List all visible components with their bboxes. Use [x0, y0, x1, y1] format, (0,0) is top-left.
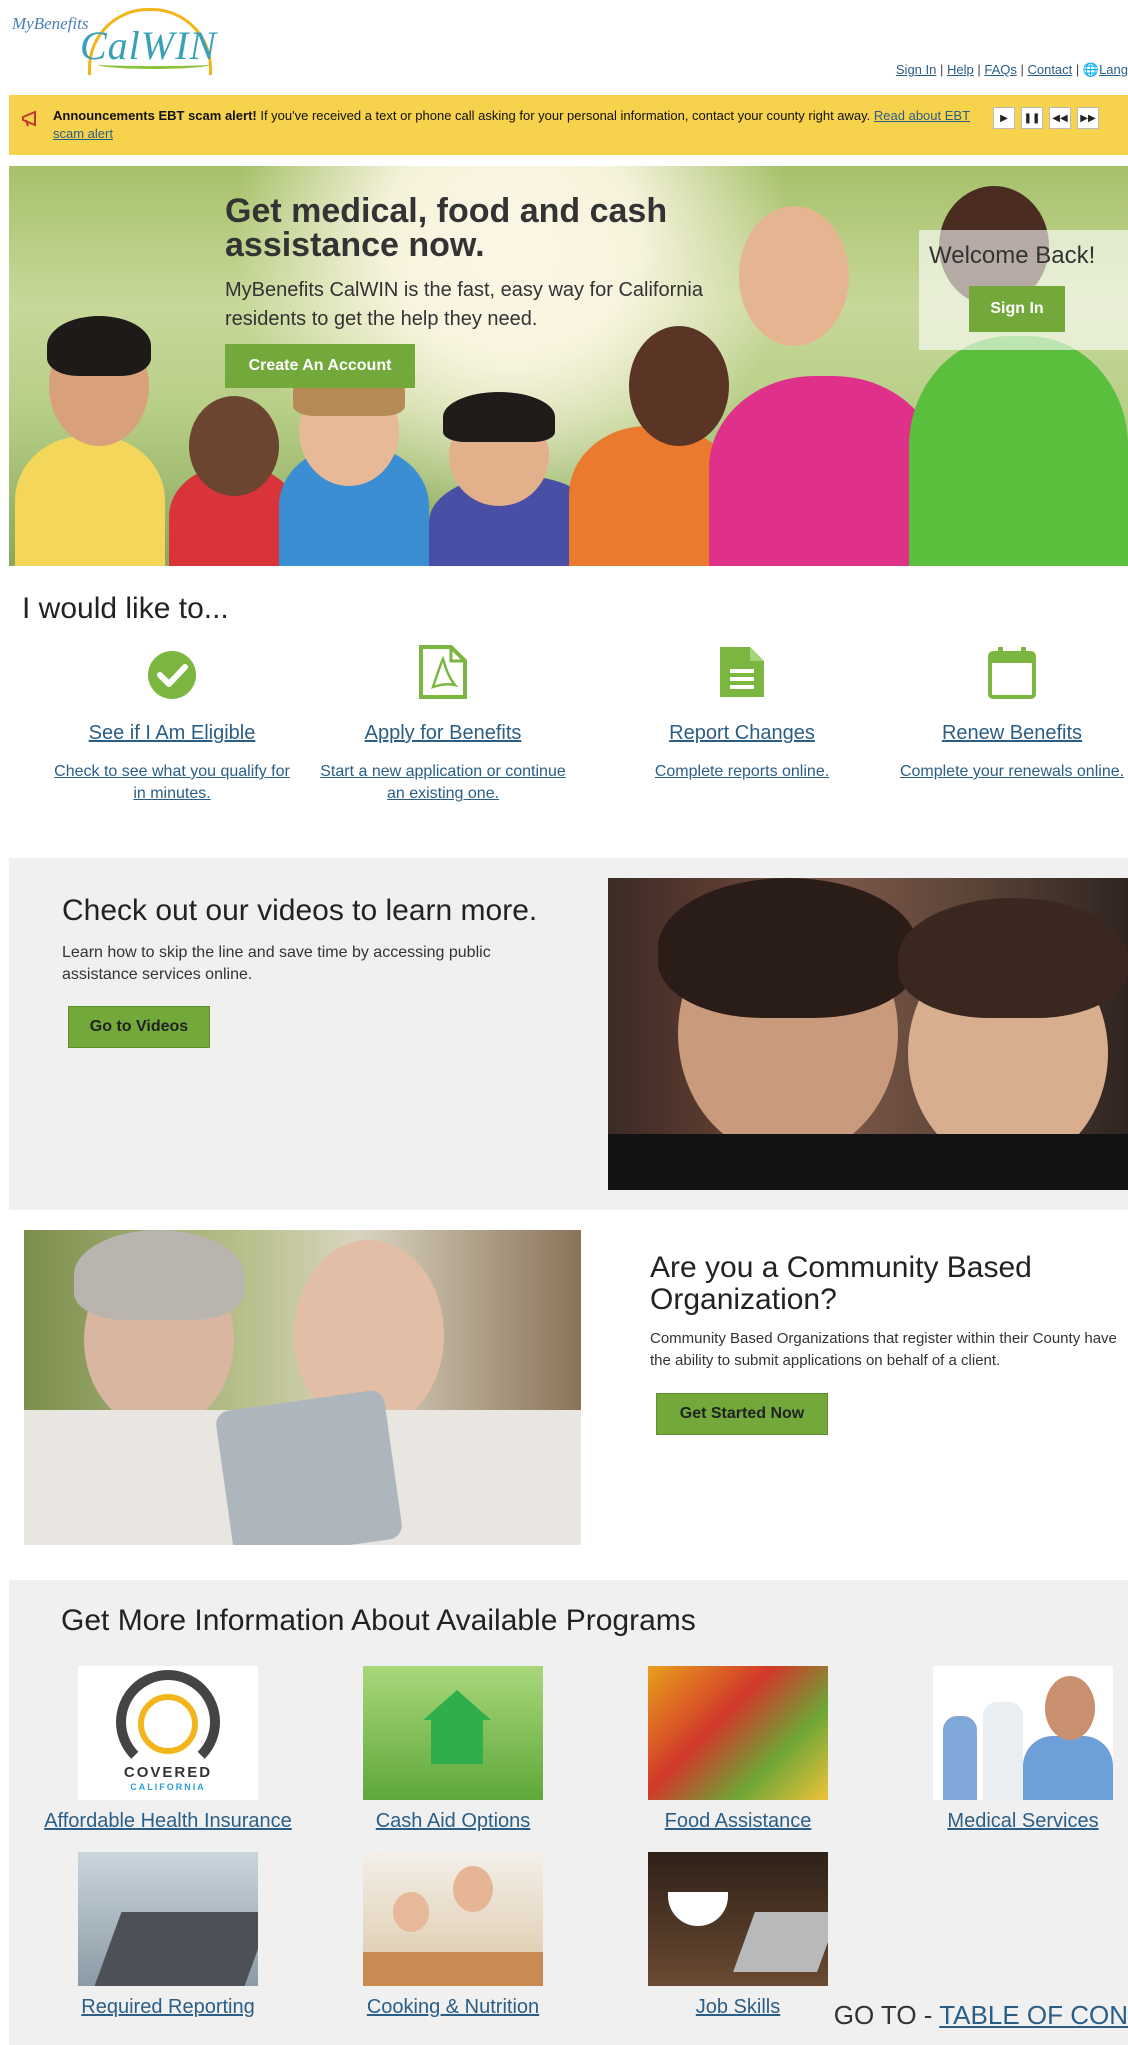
program-health-insurance[interactable]: COVERED CALIFORNIA Affordable Health Ins… — [38, 1666, 298, 1833]
help-link[interactable]: Help — [947, 62, 974, 77]
welcome-back-title: Welcome Back! — [929, 242, 1096, 269]
report-link[interactable]: Report Changes — [617, 722, 867, 745]
eligible-link[interactable]: See if I Am Eligible — [47, 722, 297, 745]
contact-link[interactable]: Contact — [1027, 62, 1072, 77]
program-label[interactable]: Cash Aid Options — [323, 1810, 583, 1833]
covered-logo-text: COVERED — [123, 1764, 213, 1781]
program-label[interactable]: Food Assistance — [608, 1810, 868, 1833]
program-label[interactable]: Cooking & Nutrition — [323, 1996, 583, 2019]
program-label[interactable]: Affordable Health Insurance — [38, 1810, 298, 1833]
actions-title: I would like to... — [22, 592, 229, 625]
job-skills-image — [648, 1852, 828, 1986]
announcement-controls: ▶ ❚❚ ◀◀ ▶▶ — [993, 107, 1099, 129]
top-links: Sign In | Help | FAQs | Contact | 🌐Lang — [895, 62, 1128, 77]
create-account-button[interactable]: Create An Account — [225, 344, 415, 388]
calendar-icon — [988, 647, 1036, 699]
announcement-body: If you've received a text or phone call … — [256, 108, 874, 123]
covered-logo-subtext: CALIFORNIA — [130, 1782, 206, 1792]
videos-section: Check out our videos to learn more. Lear… — [9, 858, 1128, 1210]
renew-desc[interactable]: Complete your renewals online. — [887, 761, 1128, 783]
goto-prefix: GO TO - — [833, 2000, 940, 2030]
go-to-videos-button[interactable]: Go to Videos — [68, 1006, 210, 1048]
videos-text: Learn how to skip the line and save time… — [62, 944, 491, 983]
program-label[interactable]: Required Reporting — [38, 1996, 298, 2019]
program-label[interactable]: Job Skills — [608, 1996, 868, 2019]
community-organization-image — [24, 1230, 581, 1545]
pause-icon[interactable]: ❚❚ — [1021, 107, 1043, 129]
cbo-text: Community Based Organizations that regis… — [650, 1330, 1117, 1369]
program-cash-aid[interactable]: Cash Aid Options — [323, 1666, 583, 1833]
apply-desc[interactable]: Start a new application or continue an e… — [318, 761, 568, 805]
report-desc[interactable]: Complete reports online. — [617, 761, 867, 783]
medical-services-image — [933, 1666, 1113, 1800]
hero-subtitle: MyBenefits CalWIN is the fast, easy way … — [225, 279, 703, 330]
mybenefits-calwin-logo[interactable]: MyBenefits CalWIN — [10, 6, 216, 75]
video-thumbnail-image[interactable] — [608, 878, 1128, 1190]
hero-title: Get medical, food and cash assistance no… — [225, 192, 668, 264]
program-food-assistance[interactable]: Food Assistance — [608, 1666, 868, 1833]
announcement-label: Announcements — [53, 108, 155, 123]
programs-section: Get More Information About Available Pro… — [9, 1580, 1128, 2045]
cash-aid-image — [363, 1666, 543, 1800]
program-label[interactable]: Medical Services — [893, 1810, 1128, 1833]
renew-link[interactable]: Renew Benefits — [887, 722, 1128, 745]
check-circle-icon — [148, 651, 196, 699]
go-to-table-of-contents: GO TO - TABLE OF CON — [834, 2000, 1128, 2031]
program-medical-services[interactable]: Medical Services — [893, 1666, 1128, 1833]
document-icon — [720, 647, 764, 697]
previous-icon[interactable]: ◀◀ — [1049, 107, 1071, 129]
action-report[interactable]: Report Changes Complete reports online. — [617, 645, 867, 783]
action-renew[interactable]: Renew Benefits Complete your renewals on… — [887, 645, 1128, 783]
faqs-link[interactable]: FAQs — [984, 62, 1017, 77]
eligible-desc[interactable]: Check to see what you qualify for in min… — [47, 761, 297, 805]
next-icon[interactable]: ▶▶ — [1077, 107, 1099, 129]
action-apply[interactable]: Apply for Benefits Start a new applicati… — [318, 645, 568, 805]
cbo-title: Are you a Community Based Organization? — [650, 1251, 1032, 1316]
videos-title: Check out our videos to learn more. — [62, 894, 538, 927]
language-icon[interactable]: 🌐 — [1083, 62, 1099, 77]
sign-in-link[interactable]: Sign In — [896, 62, 936, 77]
sign-in-button[interactable]: Sign In — [969, 286, 1065, 332]
apply-link[interactable]: Apply for Benefits — [318, 722, 568, 745]
food-assistance-image — [648, 1666, 828, 1800]
welcome-back-panel: Welcome Back! Sign In — [919, 230, 1128, 350]
program-job-skills[interactable]: Job Skills — [608, 1852, 868, 2019]
logo-text-calwin: CalWIN — [80, 23, 218, 68]
pdf-file-icon — [419, 645, 467, 699]
hero-banner: Get medical, food and cash assistance no… — [9, 166, 1128, 566]
play-icon[interactable]: ▶ — [993, 107, 1015, 129]
required-reporting-image — [78, 1852, 258, 1986]
covered-california-image: COVERED CALIFORNIA — [78, 1666, 258, 1800]
megaphone-icon — [22, 110, 36, 127]
cooking-nutrition-image — [363, 1852, 543, 1986]
programs-title: Get More Information About Available Pro… — [61, 1604, 696, 1637]
announcement-text: Announcements EBT scam alert! If you've … — [53, 107, 983, 143]
program-cooking-nutrition[interactable]: Cooking & Nutrition — [323, 1852, 583, 2019]
announcement-bar: Announcements EBT scam alert! If you've … — [9, 95, 1128, 155]
logo-text-mybenefits: MyBenefits — [12, 14, 89, 33]
action-eligible[interactable]: See if I Am Eligible Check to see what y… — [47, 645, 297, 805]
program-required-reporting[interactable]: Required Reporting — [38, 1852, 298, 2019]
table-of-contents-link[interactable]: TABLE OF CON — [939, 2000, 1128, 2030]
language-link[interactable]: Lang — [1099, 62, 1128, 77]
get-started-button[interactable]: Get Started Now — [656, 1393, 828, 1435]
announcement-title: EBT scam alert! — [158, 108, 257, 123]
